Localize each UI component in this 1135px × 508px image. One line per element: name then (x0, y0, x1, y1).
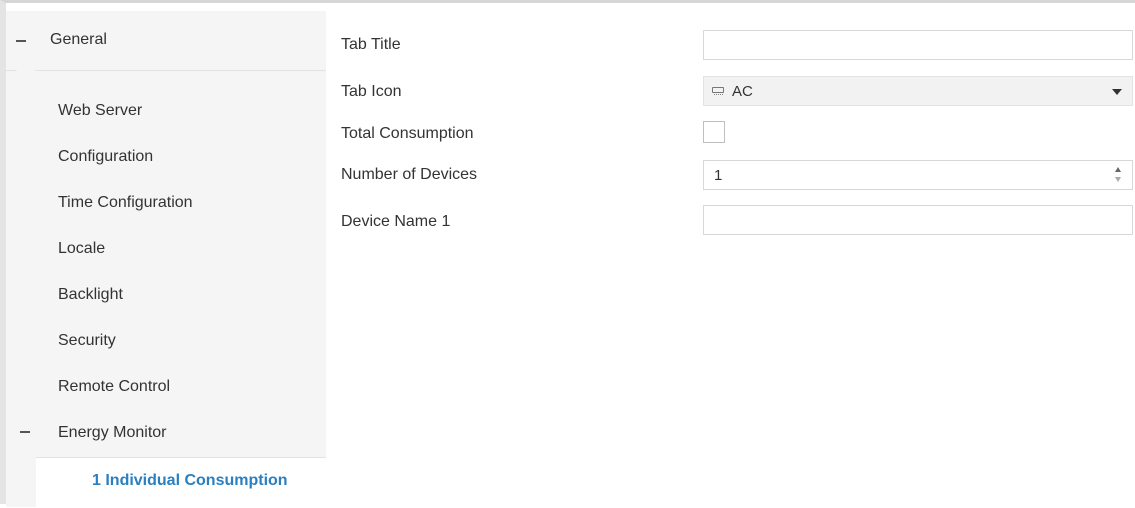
collapse-minus-icon[interactable] (20, 431, 30, 433)
tab-icon-value: AC (732, 83, 753, 100)
sidebar-item-label: Security (58, 332, 116, 349)
sidebar-item-label: Time Configuration (58, 194, 193, 211)
number-of-devices-stepper[interactable]: 1 (703, 160, 1133, 190)
tab-icon-select[interactable]: AC (703, 76, 1133, 106)
sidebar: General Web Server Configuration Time Co… (6, 11, 327, 508)
sidebar-subitem-individual-consumption[interactable]: 1 Individual Consumption (36, 457, 326, 508)
sidebar-subitem-label: 1 Individual Consumption (92, 472, 288, 489)
device-name-1-label: Device Name 1 (341, 213, 451, 230)
settings-form: Tab Title Tab Icon AC Total Consumption … (326, 11, 1135, 507)
sidebar-item-web-server[interactable]: Web Server (6, 89, 326, 135)
device-name-1-input[interactable] (703, 205, 1133, 235)
sidebar-item-label: Configuration (58, 148, 154, 165)
sidebar-item-label: Energy Monitor (58, 424, 167, 441)
sidebar-item-label: Backlight (58, 286, 123, 303)
number-of-devices-value: 1 (714, 167, 723, 184)
sidebar-item-remote-control[interactable]: Remote Control (6, 365, 326, 411)
sidebar-item-label: General (50, 31, 107, 48)
chevron-down-icon (1112, 89, 1122, 95)
sidebar-item-time-configuration[interactable]: Time Configuration (6, 181, 326, 227)
app-window: General Web Server Configuration Time Co… (0, 0, 1135, 508)
sidebar-item-configuration[interactable]: Configuration (6, 135, 326, 181)
sidebar-item-label: Remote Control (58, 378, 171, 395)
spinner-up-icon[interactable] (1115, 167, 1121, 172)
collapse-minus-icon[interactable] (16, 40, 26, 42)
sidebar-item-backlight[interactable]: Backlight (6, 273, 326, 319)
sidebar-item-locale[interactable]: Locale (6, 227, 326, 273)
sidebar-item-label: Web Server (58, 102, 143, 119)
total-consumption-checkbox[interactable] (703, 121, 725, 143)
ac-unit-icon (712, 87, 724, 95)
tab-title-input[interactable] (703, 30, 1133, 60)
divider (6, 70, 326, 71)
sidebar-item-energy-monitor[interactable]: Energy Monitor (6, 411, 326, 457)
pointer-notch (16, 70, 36, 79)
total-consumption-label: Total Consumption (341, 125, 474, 142)
tab-icon-label: Tab Icon (341, 83, 402, 100)
sidebar-item-security[interactable]: Security (6, 319, 326, 365)
number-of-devices-label: Number of Devices (341, 166, 478, 183)
sidebar-item-label: Locale (58, 240, 106, 257)
tab-title-label: Tab Title (341, 36, 401, 53)
sidebar-item-general[interactable]: General (6, 11, 326, 79)
spinner-down-icon[interactable] (1115, 177, 1121, 182)
spinner-arrows-icon[interactable] (1114, 166, 1124, 184)
